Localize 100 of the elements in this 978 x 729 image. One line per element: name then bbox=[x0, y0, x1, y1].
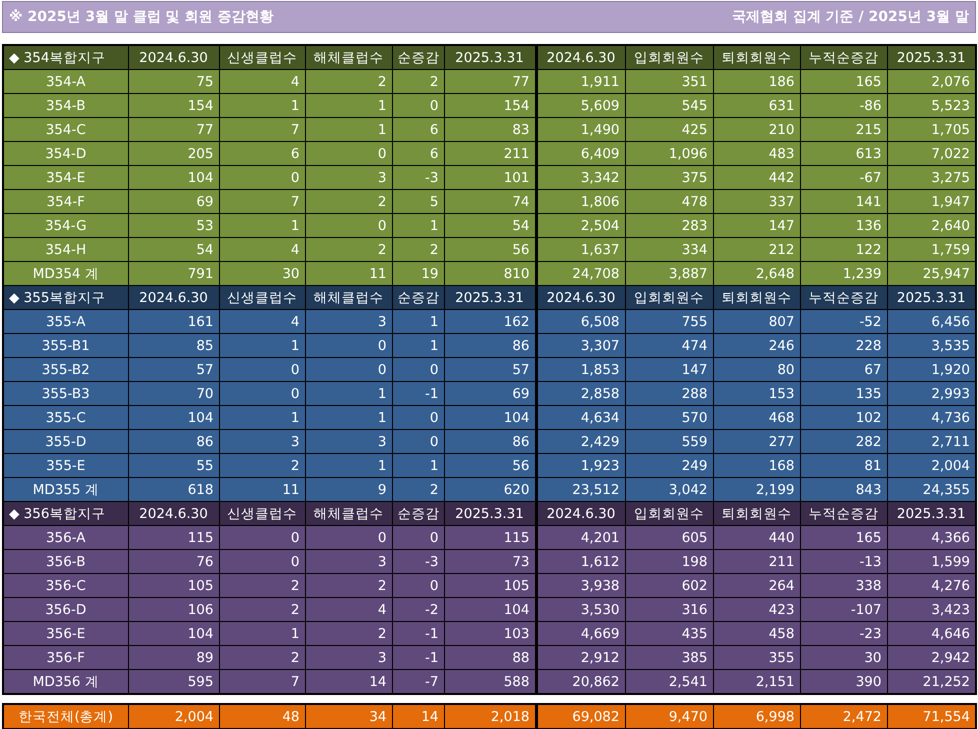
total-cell: 14 bbox=[305, 670, 392, 694]
report-title: ※ 2025년 3월 말 클럽 및 회원 증감현황 bbox=[9, 8, 274, 26]
table-cell: 2,942 bbox=[887, 646, 976, 670]
table-cell: 1,923 bbox=[536, 454, 625, 478]
table-cell: 3 bbox=[305, 430, 392, 454]
table-cell: 2 bbox=[305, 238, 392, 262]
column-header: 누적순증감 bbox=[800, 45, 887, 70]
total-cell: 791 bbox=[128, 262, 219, 286]
column-header: 2024.6.30 bbox=[536, 502, 625, 526]
column-header: 순증감 bbox=[392, 286, 444, 310]
total-cell: 2,472 bbox=[800, 704, 887, 729]
table-cell: 54 bbox=[444, 214, 536, 238]
table-cell: 2 bbox=[305, 190, 392, 214]
table-cell: 70 bbox=[128, 382, 219, 406]
table-cell: 153 bbox=[713, 382, 800, 406]
table-cell: 6 bbox=[392, 142, 444, 166]
table-cell: 1,599 bbox=[887, 550, 976, 574]
table-cell: 4,669 bbox=[536, 622, 625, 646]
table-cell: 1 bbox=[219, 214, 305, 238]
column-header: 2025.3.31 bbox=[887, 502, 976, 526]
table-cell: 205 bbox=[128, 142, 219, 166]
total-cell: 11 bbox=[305, 262, 392, 286]
table-cell: 338 bbox=[800, 574, 887, 598]
column-header: 2025.3.31 bbox=[887, 45, 976, 70]
table-cell: 3,307 bbox=[536, 334, 625, 358]
column-header: 해체클럽수 bbox=[305, 286, 392, 310]
table-cell: 3 bbox=[219, 430, 305, 454]
district-cell: 356-B bbox=[3, 550, 128, 574]
table-cell: 2,076 bbox=[887, 70, 976, 94]
table-cell: 3 bbox=[305, 166, 392, 190]
table-cell: 115 bbox=[128, 526, 219, 550]
table-cell: 602 bbox=[625, 574, 713, 598]
table-cell: 228 bbox=[800, 334, 887, 358]
table-cell: 54 bbox=[128, 238, 219, 262]
table-cell: 2 bbox=[392, 238, 444, 262]
table-cell: 147 bbox=[713, 214, 800, 238]
table-cell: -1 bbox=[392, 646, 444, 670]
table-cell: 3 bbox=[305, 550, 392, 574]
table-cell: 77 bbox=[444, 70, 536, 94]
table-cell: 56 bbox=[444, 238, 536, 262]
table-cell: 246 bbox=[713, 334, 800, 358]
table-cell: 1,612 bbox=[536, 550, 625, 574]
table-cell: 104 bbox=[128, 166, 219, 190]
table-cell: 81 bbox=[800, 454, 887, 478]
table-cell: 2 bbox=[219, 646, 305, 670]
table-cell: 1 bbox=[305, 454, 392, 478]
table-cell: 249 bbox=[625, 454, 713, 478]
district-cell: 354-A bbox=[3, 70, 128, 94]
table-cell: 1 bbox=[219, 406, 305, 430]
column-header: 순증감 bbox=[392, 45, 444, 70]
table-cell: 2,711 bbox=[887, 430, 976, 454]
table-cell: 2 bbox=[305, 574, 392, 598]
table-cell: 104 bbox=[444, 406, 536, 430]
table-cell: 101 bbox=[444, 166, 536, 190]
table-cell: 4,646 bbox=[887, 622, 976, 646]
table-cell: 3,938 bbox=[536, 574, 625, 598]
column-header: 해체클럽수 bbox=[305, 502, 392, 526]
table-cell: 4 bbox=[219, 238, 305, 262]
table-cell: 0 bbox=[392, 406, 444, 430]
table-cell: 122 bbox=[800, 238, 887, 262]
table-cell: 7,022 bbox=[887, 142, 976, 166]
table-cell: 1 bbox=[392, 334, 444, 358]
district-cell: 354-G bbox=[3, 214, 128, 238]
table-cell: 0 bbox=[392, 94, 444, 118]
table-cell: 1 bbox=[305, 382, 392, 406]
table-cell: 4,634 bbox=[536, 406, 625, 430]
table-cell: 6 bbox=[219, 142, 305, 166]
table-cell: -13 bbox=[800, 550, 887, 574]
table-cell: 0 bbox=[219, 526, 305, 550]
table-cell: 474 bbox=[625, 334, 713, 358]
table-cell: 375 bbox=[625, 166, 713, 190]
table-cell: 1 bbox=[305, 94, 392, 118]
table-cell: 288 bbox=[625, 382, 713, 406]
column-header: 입회회원수 bbox=[625, 502, 713, 526]
total-cell: 1,239 bbox=[800, 262, 887, 286]
table-cell: 0 bbox=[305, 334, 392, 358]
table-cell: 0 bbox=[305, 214, 392, 238]
table-cell: 0 bbox=[219, 382, 305, 406]
total-cell: 11 bbox=[219, 478, 305, 502]
table-cell: 2 bbox=[219, 454, 305, 478]
table-cell: 141 bbox=[800, 190, 887, 214]
column-header: 2024.6.30 bbox=[128, 45, 219, 70]
table-cell: -23 bbox=[800, 622, 887, 646]
table-cell: 613 bbox=[800, 142, 887, 166]
table-cell: 77 bbox=[128, 118, 219, 142]
table-cell: 316 bbox=[625, 598, 713, 622]
table-cell: 425 bbox=[625, 118, 713, 142]
table-cell: 1,096 bbox=[625, 142, 713, 166]
table-cell: 351 bbox=[625, 70, 713, 94]
table-cell: 154 bbox=[444, 94, 536, 118]
district-cell: 354-B bbox=[3, 94, 128, 118]
table-cell: -67 bbox=[800, 166, 887, 190]
table-cell: 435 bbox=[625, 622, 713, 646]
total-cell: 25,947 bbox=[887, 262, 976, 286]
table-cell: 385 bbox=[625, 646, 713, 670]
table-cell: 56 bbox=[444, 454, 536, 478]
table-cell: 89 bbox=[128, 646, 219, 670]
table-cell: 1,920 bbox=[887, 358, 976, 382]
table-cell: 4 bbox=[305, 598, 392, 622]
table-cell: 74 bbox=[444, 190, 536, 214]
